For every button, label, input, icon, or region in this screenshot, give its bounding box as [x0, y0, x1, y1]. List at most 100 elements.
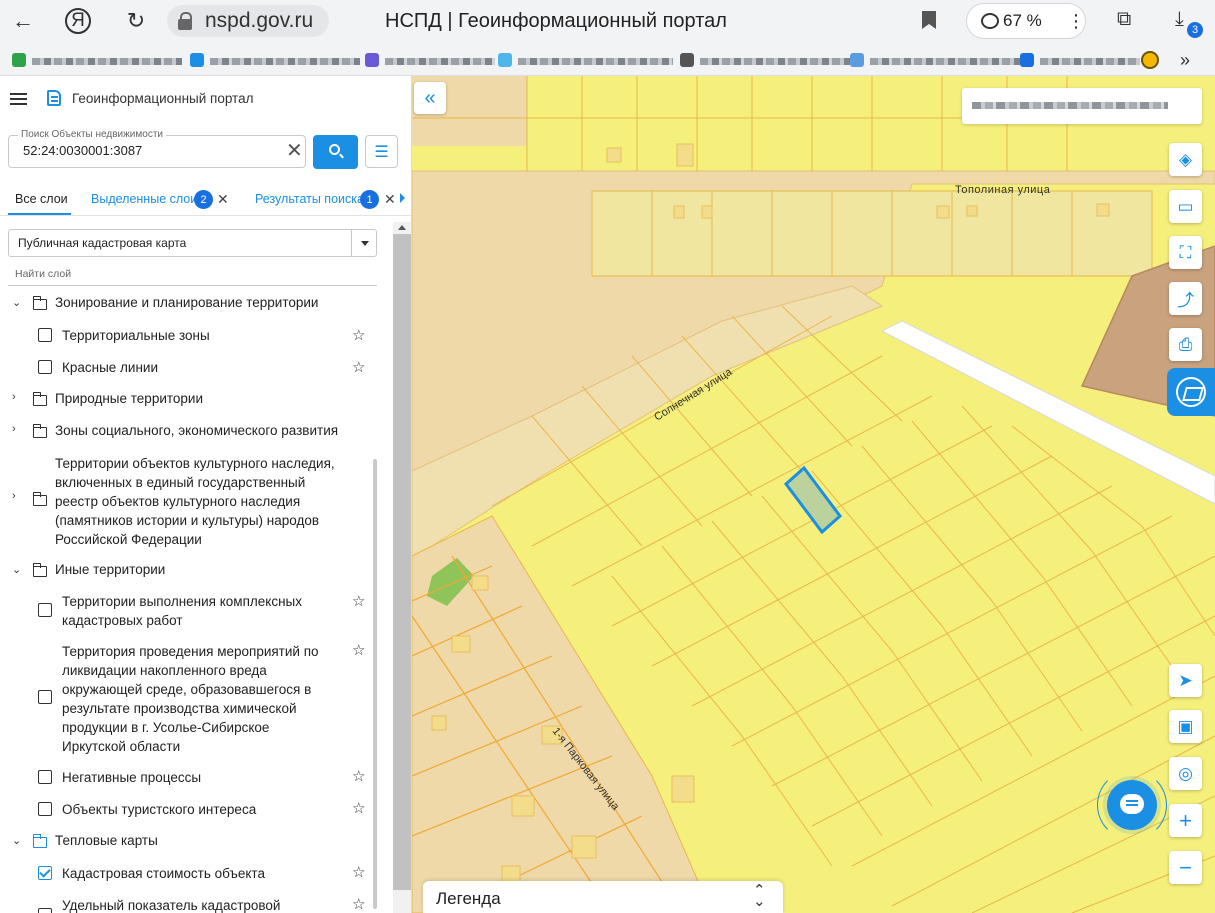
basemap-select[interactable]: Публичная кадастровая карта [8, 229, 377, 257]
minimap-button[interactable]: ▣ [1169, 710, 1202, 743]
star-icon[interactable]: ☆ [352, 326, 365, 344]
folder-icon [32, 296, 47, 310]
chevron-down-icon[interactable]: ⌄ [12, 563, 21, 576]
layer-environmental-harm[interactable]: Территория проведения мероприятий по лик… [0, 642, 380, 758]
map-address-search[interactable] [962, 88, 1202, 124]
portal-logo-icon [47, 90, 61, 106]
layer-checkbox[interactable] [38, 690, 52, 704]
share-button[interactable]: ⤴ [1169, 282, 1202, 315]
layer-specific-value[interactable]: Удельный показатель кадастровой ☆ [0, 896, 380, 913]
location-button[interactable]: ◎ [1169, 757, 1202, 790]
star-icon[interactable]: ☆ [352, 863, 365, 881]
layer-checkbox[interactable] [38, 770, 52, 784]
label-line: Российской Федерации [55, 532, 202, 547]
layer-red-lines[interactable]: Красные линии ☆ [0, 359, 380, 379]
tab-selected-layers[interactable]: Выделенные слои [91, 192, 197, 206]
layer-tourist-objects[interactable]: Объекты туристского интереса ☆ [0, 800, 380, 820]
layer-checkbox[interactable] [38, 802, 52, 816]
layer-checkbox[interactable] [38, 328, 52, 342]
zoom-level: 67 % [1003, 11, 1042, 30]
cadastral-map[interactable]: Тополиная улица Солнечная улица 1-я Парк… [412, 76, 1215, 913]
tree-group-label: Природные территории [55, 391, 203, 406]
find-layer-input[interactable]: Найти слой [15, 268, 71, 280]
menu-icon[interactable] [10, 93, 27, 105]
map-book-icon [1176, 377, 1206, 407]
map-canvas[interactable]: Тополиная улица Солнечная улица 1-я Парк… [412, 76, 1215, 913]
select-area-button[interactable]: ⛶ [1169, 236, 1202, 269]
folder-icon [32, 492, 47, 506]
chevron-down-icon[interactable]: ⌄ [12, 296, 21, 309]
layer-checkbox[interactable] [38, 866, 52, 880]
search-input[interactable] [23, 143, 273, 158]
chevron-down-icon[interactable] [351, 230, 377, 256]
tree-group-heritage[interactable]: › Территории объектов культурного наслед… [0, 454, 380, 550]
clear-icon[interactable]: ✕ [286, 140, 303, 162]
expand-icon[interactable]: ⌃ ⌄ [753, 883, 766, 909]
legend-title: Легенда [436, 889, 501, 908]
layer-negative-processes[interactable]: Негативные процессы ☆ [0, 768, 380, 788]
chevron-right-icon[interactable]: › [12, 490, 16, 502]
chevron-right-icon[interactable]: › [12, 391, 16, 403]
star-icon[interactable]: ☆ [352, 592, 365, 610]
star-icon[interactable]: ☆ [352, 767, 365, 785]
zoom-in-button[interactable]: + [1169, 804, 1202, 837]
star-icon[interactable]: ☆ [352, 358, 365, 376]
label-line: Территория проведения мероприятий по [62, 644, 319, 659]
star-icon[interactable]: ☆ [352, 799, 365, 817]
zoom-control[interactable]: 67 % ⋮ [966, 3, 1086, 39]
tabs-scroll-right-icon[interactable] [400, 193, 405, 203]
label-line: результате производства химической [62, 701, 297, 716]
layer-territorial-zones[interactable]: Территориальные зоны ☆ [0, 327, 380, 347]
layer-checkbox[interactable] [38, 603, 52, 617]
address-bar[interactable]: nspd.gov.ru [167, 5, 329, 37]
search-button[interactable] [313, 135, 358, 169]
layer-checkbox[interactable] [38, 360, 52, 374]
print-button[interactable]: ⎙ [1169, 328, 1202, 361]
bookmark-icon[interactable] [922, 11, 936, 29]
street-label-topolinaya: Тополиная улица [955, 184, 1051, 196]
close-icon[interactable]: ✕ [384, 191, 396, 208]
yandex-icon[interactable]: Я [65, 8, 91, 34]
layer-label: Территория проведения мероприятий по лик… [62, 642, 319, 756]
extension-icon[interactable]: ⧉ [1117, 8, 1131, 31]
layers-panel: Геоинформационный портал ✕ Поиск Объекты… [0, 76, 412, 913]
map-tool-active-button[interactable] [1167, 368, 1215, 416]
layers-button[interactable]: ◈ [1169, 143, 1202, 176]
selected-parcel [783, 465, 843, 535]
star-icon[interactable]: ☆ [352, 641, 365, 659]
chevron-down-icon[interactable]: ⌄ [12, 834, 21, 847]
sliders-icon: ☰ [374, 143, 389, 161]
tree-scrollbar[interactable] [373, 459, 377, 909]
minimap-icon: ▣ [1177, 716, 1194, 736]
ruler-icon: ▭ [1177, 196, 1194, 216]
layer-checkbox[interactable] [38, 908, 52, 913]
plus-icon: + [1179, 807, 1192, 833]
filter-button[interactable]: ☰ [365, 135, 398, 168]
tab-search-results[interactable]: Результаты поиска [255, 192, 364, 206]
zoom-out-button[interactable]: − [1169, 851, 1202, 884]
star-icon[interactable]: ☆ [352, 895, 365, 913]
coin-icon[interactable] [1141, 51, 1159, 69]
scroll-up-icon[interactable] [398, 225, 406, 230]
geolocate-button[interactable]: ➤ [1169, 664, 1202, 697]
layer-complex-works[interactable]: Территории выполнения комплексных кадаст… [0, 592, 380, 632]
chat-button[interactable] [1107, 780, 1157, 830]
tab-all-layers[interactable]: Все слои [15, 192, 68, 206]
reload-icon[interactable]: ↻ [121, 6, 151, 36]
chevron-right-icon[interactable]: › [12, 423, 16, 435]
folder-icon [32, 563, 47, 577]
download-icon[interactable]: ⤓ [1175, 8, 1184, 31]
active-tab-indicator [8, 213, 71, 215]
more-vert-icon[interactable]: ⋮ [1067, 11, 1085, 32]
collapse-panel-button[interactable]: « [414, 82, 446, 114]
close-icon[interactable]: ✕ [217, 191, 229, 208]
legend-panel[interactable]: Легенда ⌃ ⌄ [423, 881, 783, 913]
panel-scrollbar-thumb[interactable] [393, 234, 411, 890]
ruler-button[interactable]: ▭ [1169, 190, 1202, 223]
select-area-icon: ⛶ [1179, 242, 1192, 262]
tree-group-label: Тепловые карты [55, 833, 158, 848]
chat-bubble-icon [981, 13, 999, 29]
back-arrow-icon[interactable]: ← [8, 6, 38, 36]
bookmarks-more-button[interactable]: » [1180, 50, 1190, 71]
layer-cadastral-value[interactable]: Кадастровая стоимость объекта ☆ [0, 864, 380, 884]
